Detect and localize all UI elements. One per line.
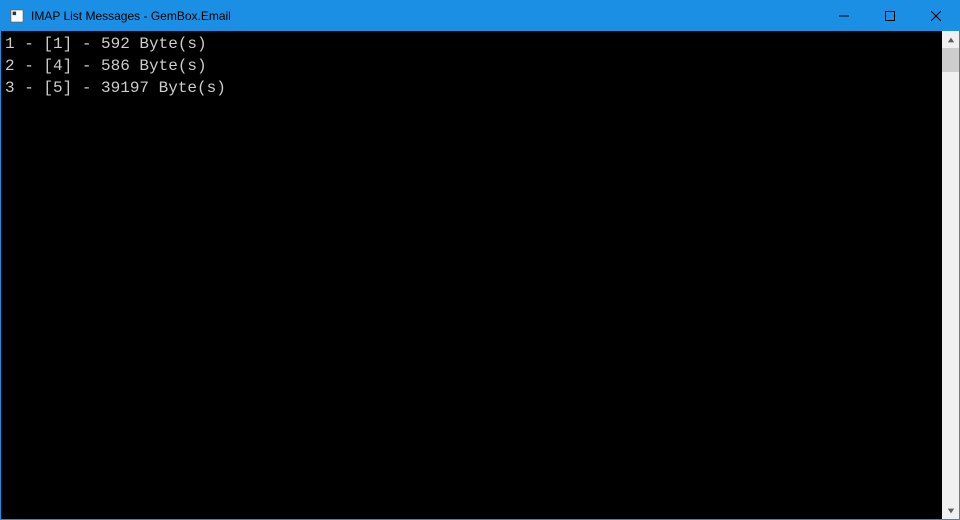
scroll-up-button[interactable]	[942, 31, 959, 48]
minimize-button[interactable]	[821, 1, 867, 31]
client-area: 1 - [1] - 592 Byte(s)2 - [4] - 586 Byte(…	[1, 31, 959, 519]
app-icon	[9, 8, 25, 24]
scroll-down-button[interactable]	[942, 502, 959, 519]
window-title: IMAP List Messages - GemBox.Email	[31, 9, 821, 23]
scroll-track[interactable]	[942, 48, 959, 502]
titlebar[interactable]: IMAP List Messages - GemBox.Email	[1, 1, 959, 31]
window-controls	[821, 1, 959, 31]
close-button[interactable]	[913, 1, 959, 31]
scroll-thumb[interactable]	[942, 48, 959, 72]
app-window: IMAP List Messages - GemBox.Email 1 - [1…	[0, 0, 960, 520]
vertical-scrollbar[interactable]	[942, 31, 959, 519]
maximize-button[interactable]	[867, 1, 913, 31]
console-line: 3 - [5] - 39197 Byte(s)	[5, 77, 938, 99]
console-line: 1 - [1] - 592 Byte(s)	[5, 33, 938, 55]
console-line: 2 - [4] - 586 Byte(s)	[5, 55, 938, 77]
console-output: 1 - [1] - 592 Byte(s)2 - [4] - 586 Byte(…	[1, 31, 942, 519]
